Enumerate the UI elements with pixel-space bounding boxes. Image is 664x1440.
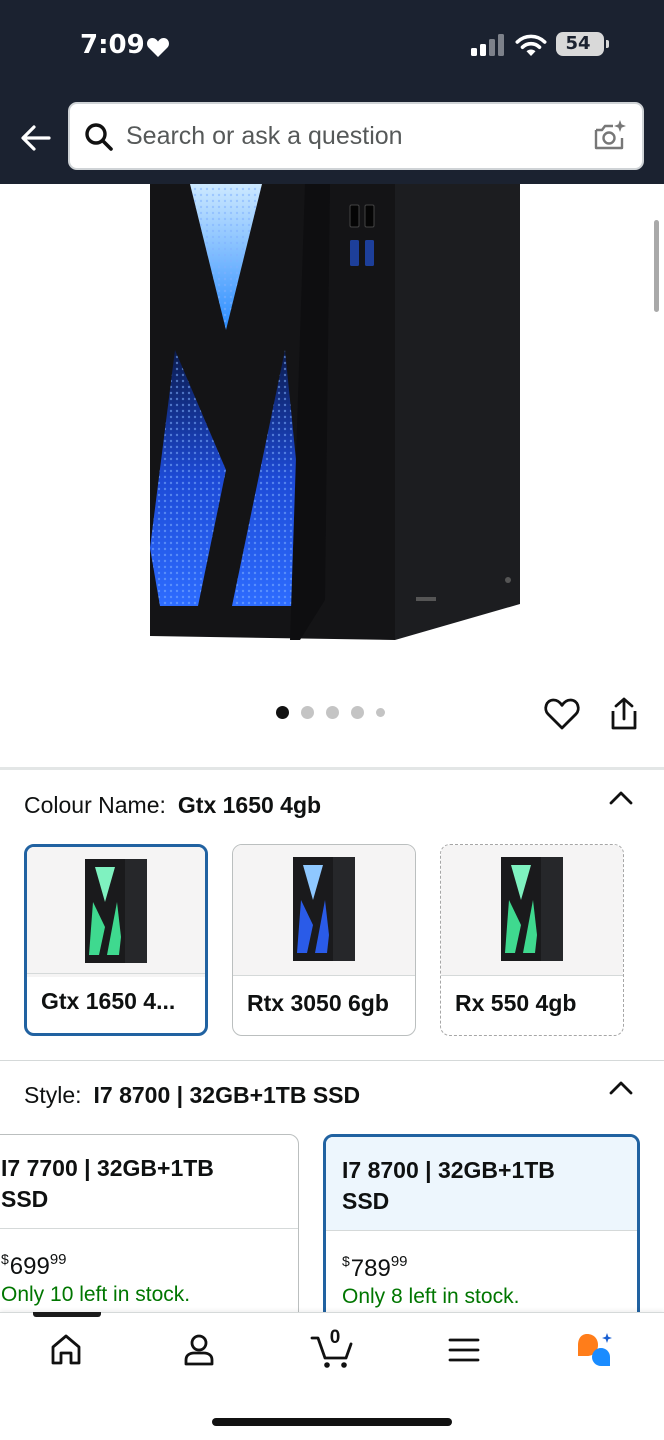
price-fraction: 99	[49, 1251, 67, 1268]
style-option-i7-7700[interactable]: I7 7700 | 32GB+1TB SSD $69999 Only 10 le…	[0, 1134, 299, 1334]
swatch-image	[441, 845, 623, 975]
rufus-assistant-icon[interactable]	[574, 1330, 614, 1370]
cellular-signal-icon	[471, 34, 504, 56]
product-image[interactable]	[0, 184, 664, 664]
search-input[interactable]	[126, 104, 566, 168]
heart-outline-icon[interactable]	[542, 694, 582, 734]
colour-name-heading: Colour Name: Gtx 1650 4gb	[24, 792, 321, 819]
share-icon[interactable]	[604, 694, 644, 734]
price-whole: 789	[350, 1255, 391, 1282]
menu-icon[interactable]	[444, 1330, 484, 1370]
price-whole: 699	[9, 1253, 50, 1280]
chevron-up-icon[interactable]	[608, 790, 634, 806]
style-option-title: I7 8700 | 32GB+1TB SSD	[326, 1137, 637, 1231]
pc-thumbnail	[501, 857, 563, 961]
price: $78999	[342, 1253, 408, 1283]
pc-thumbnail	[85, 859, 147, 963]
battery-icon: 54	[556, 32, 609, 56]
search-icon	[85, 123, 113, 151]
camera-search-icon[interactable]	[592, 118, 628, 154]
swatch-label: Rx 550 4gb	[441, 975, 623, 1035]
search-bar[interactable]	[68, 102, 644, 170]
home-icon[interactable]	[46, 1330, 86, 1370]
gaming-pc-image	[150, 184, 520, 640]
colour-name-value: Gtx 1650 4gb	[177, 792, 322, 818]
stock-status: Only 8 left in stock.	[342, 1285, 520, 1308]
style-option-line2: SSD	[1, 1186, 49, 1212]
style-option-i7-8700[interactable]: I7 8700 | 32GB+1TB SSD $78999 Only 8 lef…	[323, 1134, 640, 1334]
home-indicator	[212, 1418, 452, 1426]
chevron-up-icon[interactable]	[608, 1080, 634, 1096]
section-divider	[0, 767, 664, 770]
swatch-label: Rtx 3050 6gb	[233, 975, 415, 1035]
style-option-title: I7 7700 | 32GB+1TB SSD	[0, 1135, 298, 1229]
colour-option-rtx-3050[interactable]: Rtx 3050 6gb	[232, 844, 416, 1036]
status-time: 7:09	[80, 30, 145, 60]
pagination-dot[interactable]	[376, 708, 385, 717]
battery-level: 54	[565, 33, 591, 54]
style-value: I7 8700 | 32GB+1TB SSD	[93, 1082, 361, 1108]
price-symbol: $	[342, 1253, 350, 1269]
style-option-line1: I7 8700 | 32GB+1TB	[342, 1157, 555, 1183]
colour-name-label: Colour Name:	[24, 792, 166, 818]
swatch-image	[27, 847, 205, 977]
header-bar: 7:09 54	[0, 0, 664, 184]
colour-option-gtx-1650[interactable]: Gtx 1650 4...	[24, 844, 208, 1036]
swatch-label: Gtx 1650 4...	[27, 973, 205, 1033]
pagination-dot[interactable]	[301, 706, 314, 719]
wifi-icon	[515, 34, 547, 56]
pagination-dot[interactable]	[351, 706, 364, 719]
account-icon[interactable]	[179, 1330, 219, 1370]
back-arrow-icon[interactable]	[16, 118, 56, 158]
colour-option-rx-550[interactable]: Rx 550 4gb	[440, 844, 624, 1036]
pagination-dot[interactable]	[326, 706, 339, 719]
heart-icon	[147, 38, 169, 57]
price-symbol: $	[1, 1251, 9, 1267]
pagination-dot[interactable]	[276, 706, 289, 719]
style-option-line1: I7 7700 | 32GB+1TB	[1, 1155, 214, 1181]
price: $69999	[1, 1251, 67, 1281]
scroll-indicator	[654, 220, 659, 312]
stock-status: Only 10 left in stock.	[1, 1283, 191, 1306]
cart-count: 0	[329, 1327, 341, 1348]
section-divider	[0, 1060, 664, 1061]
nav-active-indicator	[33, 1312, 101, 1317]
price-fraction: 99	[390, 1253, 408, 1270]
style-label: Style:	[24, 1082, 82, 1108]
style-option-line2: SSD	[342, 1188, 390, 1214]
image-pagination-dots[interactable]	[276, 706, 385, 719]
swatch-image	[233, 845, 415, 975]
pc-thumbnail	[293, 857, 355, 961]
style-heading: Style: I7 8700 | 32GB+1TB SSD	[24, 1082, 360, 1109]
